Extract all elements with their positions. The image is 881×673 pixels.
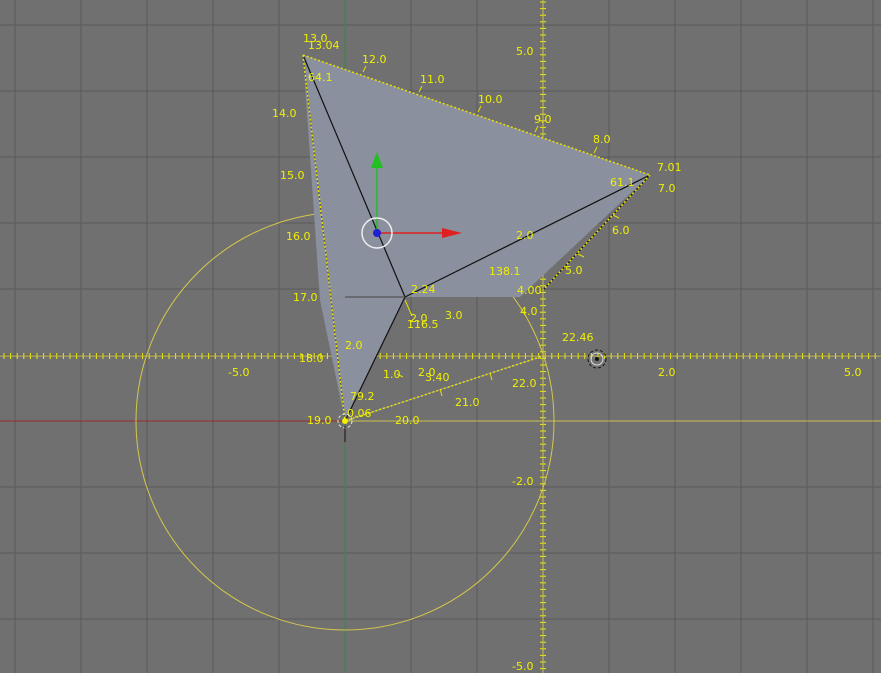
scale-label: -5.0 — [228, 366, 249, 379]
scale-label: 5.0 — [516, 45, 534, 58]
ruler-label: 14.0 — [272, 107, 297, 120]
edge-length-label: 13.04 — [308, 39, 340, 52]
ruler-label: 5.0 — [565, 264, 583, 277]
ruler-label: 2.0 — [345, 339, 363, 352]
ruler-label: 6.0 — [612, 224, 630, 237]
3d-viewport[interactable]: -5.0 2.0 5.0 5.0 2.0 -2.0 -5.0 13.0 13.0… — [0, 0, 881, 673]
ruler-label: 12.0 — [362, 53, 387, 66]
edge-length-label: 7.01 — [657, 161, 682, 174]
ruler-label: 19.0 — [307, 414, 332, 427]
angle-label: 116.5 — [407, 318, 439, 331]
ruler-label: 17.0 — [293, 291, 318, 304]
ruler-label: 1.0 — [383, 368, 401, 381]
angle-label: 79.2 — [350, 390, 375, 403]
angle-label: 64.1 — [308, 71, 333, 84]
ruler-label: 9.0 — [534, 113, 552, 126]
scale-label: 2.0 — [658, 366, 676, 379]
edge-length-label: 0.06 — [347, 407, 372, 420]
ruler-label: 22.0 — [512, 377, 537, 390]
ruler-label: 4.00 — [517, 284, 542, 297]
angle-label: 61.1 — [610, 176, 635, 189]
edge-length-label: 2.24 — [411, 283, 436, 296]
ruler-label: 8.0 — [593, 133, 611, 146]
scale-label: -5.0 — [512, 660, 533, 673]
edge-length-label: 22.46 — [562, 331, 594, 344]
ruler-label: 15.0 — [280, 169, 305, 182]
manipulator-center-dot[interactable] — [373, 229, 381, 237]
ruler-label: 3.0 — [445, 309, 463, 322]
ruler-label: 4.0 — [520, 305, 538, 318]
ruler-label: 10.0 — [478, 93, 503, 106]
ruler-label: 18.0 — [299, 352, 324, 365]
edge-length-label: 3.40 — [425, 371, 450, 384]
ruler-label: 16.0 — [286, 230, 311, 243]
ruler-label: 11.0 — [420, 73, 445, 86]
viewport-grid — [0, 0, 881, 673]
ruler-label: 21.0 — [455, 396, 480, 409]
3d-cursor-icon[interactable] — [587, 349, 607, 369]
scale-label: 5.0 — [844, 366, 862, 379]
scale-label: -2.0 — [512, 475, 533, 488]
angle-label: 138.1 — [489, 265, 521, 278]
edge-length-label: 7.0 — [658, 182, 676, 195]
scale-label: 2.0 — [516, 229, 534, 242]
ruler-label: 20.0 — [395, 414, 420, 427]
